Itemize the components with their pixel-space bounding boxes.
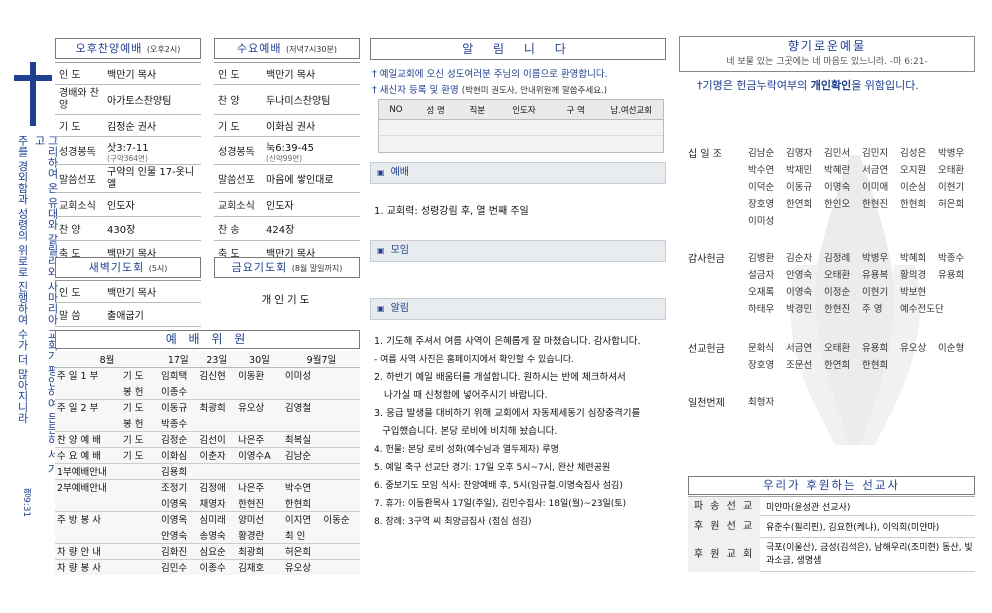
offering-name-list: 김병환 김순자 김정례 박병우 박혜희 박종수 설금자 안영숙 오태환 유용복 황의경 유용희 오재…	[748, 253, 965, 315]
list-item: 2. 하반기 예일 배움터를 개설합니다. 원하시는 반에 체크하셔서	[374, 372, 626, 383]
offering-title: 향기로운예물	[787, 39, 867, 53]
list-item: 7. 휴가: 이동환목사 17일(주일), 김민수집사: 18일(월)~23일(…	[374, 499, 627, 509]
list-item: - 여름 사역 사진은 홈페이지에서 확인할 수 있습니다.	[374, 355, 575, 365]
missionary-title: 우리가 후원하는 선교사	[688, 476, 975, 495]
list-item: 4. 헌물: 본당 로비 성화(예수님과 열두제자) 루명	[374, 445, 559, 455]
offering-notice: †기명은 헌금누락여부의 개인확인을 위함입니다.	[697, 79, 919, 92]
dawn-prayer-order: 인 도 백만기 목사 말 씀 출애굽기	[55, 280, 201, 327]
notice-title: 알 림 니 다	[370, 38, 666, 60]
offering-name-list: 최형자	[748, 397, 775, 408]
meeting-section-header: ▣ 모임	[370, 240, 666, 262]
register-line: † 새신자 등록 및 환영 (박현미 권도사, 안내위원께 말씀주세요.)	[372, 85, 608, 96]
alert-list: 1. 기도해 주셔서 여름 사역이 은혜롭게 잘 마쳤습니다. 감사합니다. -…	[374, 333, 670, 531]
table-row: 봉 헌 이종수	[55, 383, 360, 399]
offering-group-label: 십 일 조	[688, 149, 722, 160]
table-row: 이영옥 채영자 한현진 한현희	[55, 495, 360, 511]
committee-header-date: 30일	[249, 354, 270, 366]
committee-table: 8월 17일 23일 30일 9월7일 주 일 1 부기 도 임희택 김신현 이동환 이…	[55, 351, 360, 575]
table-row: 2부예배안내 조정기 김정애 나은주 박수연	[57, 483, 312, 495]
afternoon-worship-order: 인 도 백만기 목사 경배와 찬 양 아가토스찬양팀 기 도 김정순 권사 성경봉독 삿…	[55, 62, 201, 265]
committee-title: 예 배 위 원	[55, 330, 360, 349]
list-item: 5. 예일 축구 선교단 경기: 17일 오후 5시~7시, 완산 체련공원	[374, 463, 611, 473]
offering-group-label: 선교헌금	[688, 344, 725, 355]
registration-table: NO 성 명 직분 인도자 구 역 남.여선교회	[378, 99, 664, 153]
wednesday-worship-order: 인 도 백만기 목사 찬 양 두나미스찬양팀 기 도 이화심 권사 성경봉독 눅6:39…	[214, 62, 360, 265]
offering-name-list: 김남순 김명자 김민서 김민지 김성은 박병우 박수연 박재민 박혜란 서금연 오지원 오태환 이덕…	[748, 148, 965, 227]
afternoon-worship-title: 오후찬양예배 (오후2시)	[55, 38, 201, 59]
table-row: 안영숙 송영숙 황경란 최 인	[55, 527, 360, 543]
committee-header-date: 17일	[167, 354, 189, 366]
worship-section-header: ▣ 예배	[370, 162, 666, 184]
table-row: 1부예배안내 김용희	[55, 463, 360, 479]
friday-prayer-text: 개인기도	[261, 294, 313, 306]
square-bullet-icon: ▣	[377, 168, 385, 177]
table-row: 주 일 1 부기 도 임희택 김신현 이동환 이미성	[57, 371, 312, 383]
friday-prayer-title: 금요기도회 (8월 말일까지)	[214, 257, 360, 278]
welcome-line: † 예일교회에 오신 성도여러분 주님의 이름으로 환영합니다.	[372, 69, 608, 80]
alert-section-header: ▣ 알림	[370, 298, 666, 320]
committee-header-date: 9월7일	[306, 354, 337, 366]
list-item: 3. 응급 발생을 대비하기 위해 교회에서 자동제세동기 심장충격기를	[374, 408, 641, 419]
table-row: 찬 양 예 배기 도 김정순 김선이 나은주 최복실	[55, 431, 360, 447]
offering-group-label: 일천번제	[688, 398, 725, 409]
offering-verse: 네 보물 있는 그곳에는 네 마음도 있느니라. -마 6:21-	[726, 57, 928, 67]
table-row: 봉 헌 박종수	[55, 415, 360, 431]
table-row: 차 량 봉 사 김민수 이종수 김재호 유오상	[57, 563, 312, 575]
offering-group-label: 감사헌금	[688, 254, 725, 265]
dawn-prayer-title: 새벽기도회 (5시)	[55, 257, 201, 278]
table-row: 주 일 2 부기 도 이동규 최광희 유오상 김영철	[57, 403, 312, 415]
scripture-vertical-line-2: 주를 경외함과 성령의 위로로 진행하여 수가 더 많아지니라	[16, 135, 29, 424]
missionary-table: 파 송 선 교 미얀마(윤성관 선교사) 후 원 선 교 유준수(필리핀), 김…	[688, 496, 975, 572]
list-item: 6. 중보기도 모임 식사: 찬양예배 후, 5시(임규철.이명숙집사 섬김)	[374, 481, 623, 491]
table-row: 주 방 봉 사 이영옥 심미래 양미선 이지연 이동순	[57, 515, 350, 527]
scripture-reference: 행9:31	[21, 488, 31, 518]
offering-header-box: 향기로운예물 네 보물 있는 그곳에는 네 마음도 있느니라. -마 6:21-	[679, 36, 975, 72]
committee-header-month: 8월	[99, 354, 115, 366]
list-item: 나가실 때 신청함에 넣어주시기 바랍니다.	[384, 390, 548, 401]
table-row: 수 요 예 배기 도 이화심 이춘자 이영수A 김남순	[55, 447, 360, 463]
wednesday-worship-title: 수요예배 (저녁7시30분)	[214, 38, 360, 59]
square-bullet-icon: ▣	[377, 304, 385, 313]
square-bullet-icon: ▣	[377, 246, 385, 255]
list-item: 구입했습니다. 본당 로비에 비치해 놨습니다.	[382, 426, 558, 437]
committee-header-date: 23일	[206, 354, 228, 366]
worship-item: 1. 교회력: 성령강림 후, 열 번째 주일	[374, 206, 529, 217]
offering-name-list: 문화식 서금연 오태환 유용희 유오상 이순형 장호영 조문선 한연희 한현희	[748, 343, 965, 371]
table-row: 차 량 안 내 김화진 심요순 최광희 허은희	[55, 543, 360, 559]
list-item: 1. 기도해 주셔서 여름 사역이 은혜롭게 잘 마쳤습니다. 감사합니다.	[374, 336, 641, 347]
list-item: 8. 장례: 3구역 씨 최양금집사 (점심 섬김)	[374, 517, 532, 527]
